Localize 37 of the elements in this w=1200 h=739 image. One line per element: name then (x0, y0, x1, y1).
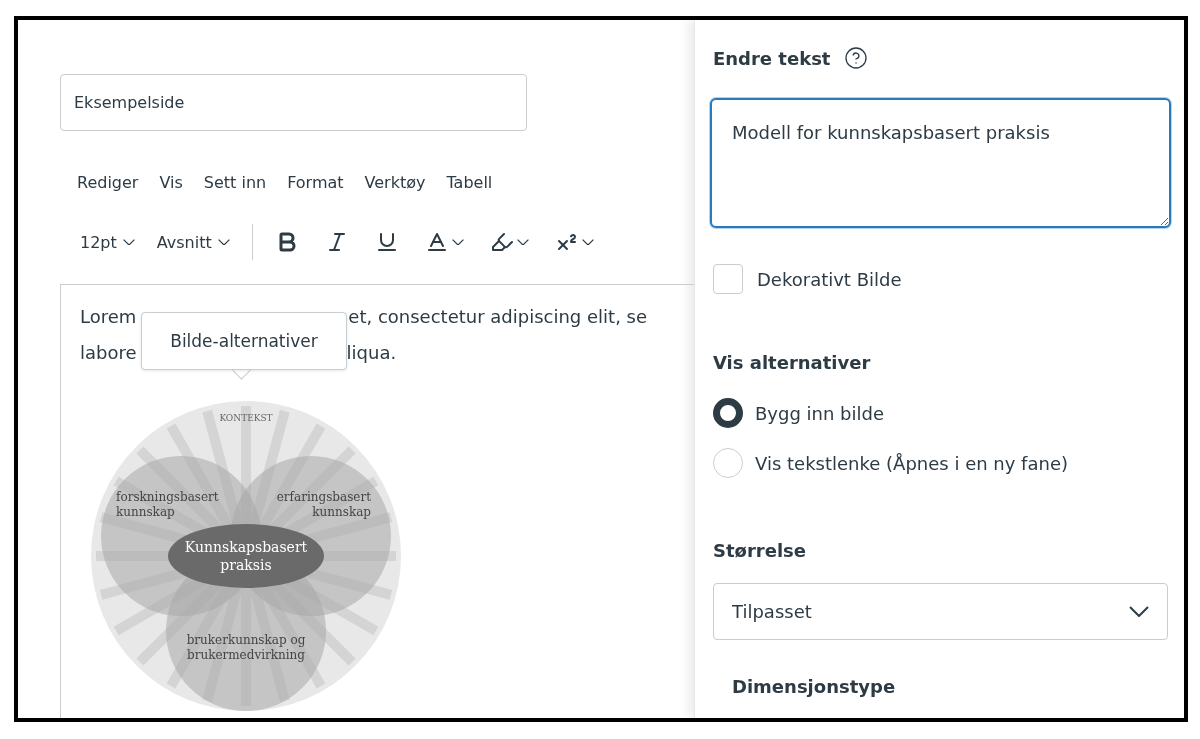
menu-item[interactable]: Format (287, 173, 344, 192)
menu-item[interactable]: Tabell (446, 173, 493, 192)
radio-label: Vis tekstlenke (Åpnes i en ny fane) (755, 452, 1068, 474)
highlighter-icon (489, 230, 514, 254)
section-heading: Dimensjonstype (732, 676, 897, 697)
paragraph-text: et, consectetur adipiscing elit, se (348, 305, 648, 329)
editor-content[interactable]: Lorem et, consectetur adipiscing elit, se labore liqua. Bilde-alternativer KONTEKST forskningsbasert kunnskap erfaringsbasert kunnskap Kunnskapsbasert praksis brukerkunnskap og brukermedvirkning (60, 284, 694, 718)
paragraph-text: Lorem (80, 305, 137, 329)
tooltip: Bilde-alternativer (141, 312, 347, 370)
diagram-label: forskningsbasert kunnskap (116, 490, 219, 519)
font-size-dropdown[interactable]: 12pt (80, 232, 135, 252)
radio-label: Bygg inn bilde (755, 402, 885, 424)
size-select[interactable]: Tilpasset (713, 583, 1168, 640)
menu-item[interactable]: Sett inn (203, 173, 267, 192)
highlight-button[interactable] (489, 230, 529, 254)
menu-item[interactable]: Vis (159, 173, 183, 192)
section-heading: Vis alternativer (713, 352, 872, 373)
block-format-dropdown[interactable]: Avsnitt (156, 232, 230, 252)
help-icon[interactable] (844, 46, 869, 70)
section-heading: Størrelse (713, 540, 807, 561)
radio-button[interactable] (713, 398, 743, 428)
chevron-down-icon (122, 238, 135, 246)
title-field[interactable]: Eksempelside (60, 74, 527, 131)
chevron-down-icon (1129, 606, 1149, 617)
checkbox[interactable] (713, 264, 743, 294)
alt-text-field[interactable]: Modell for kunnskapsbasert praksis (710, 98, 1171, 228)
diagram-label: brukerkunnskap og brukermedvirkning (186, 633, 306, 662)
paragraph-text: labore (80, 341, 137, 365)
diagram-label: KONTEKST (219, 413, 273, 423)
diagram-label: Kunnskapsbasert praksis (184, 539, 308, 573)
paragraph-text: liqua. (346, 341, 397, 365)
chevron-down-icon (217, 238, 230, 246)
menu-item[interactable]: Rediger (77, 173, 139, 192)
checkbox-label: Dekorativt Bilde (757, 268, 902, 290)
menu-item[interactable]: Verktøy (364, 173, 426, 192)
field-label: Endre tekst (713, 47, 831, 69)
diagram-label: erfaringsbasert kunnskap (276, 490, 371, 519)
